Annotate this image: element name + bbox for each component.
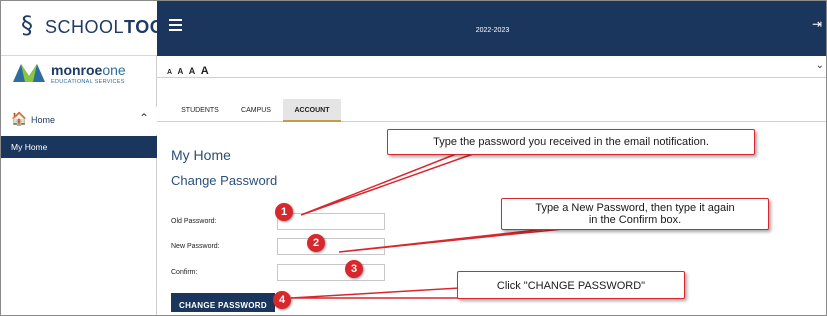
tab-account[interactable]: ACCOUNT [283, 99, 341, 122]
app-window: § SCHOOLTOOL 2022-2023 ⇥ monroeone EDUCA… [0, 0, 827, 316]
org-name-suffix: one [102, 62, 126, 78]
monroe-one-logo-mark [13, 64, 45, 82]
chevron-down-icon[interactable]: ⌄ [816, 60, 824, 71]
org-name: monroeone [51, 62, 126, 78]
sidebar-item-label: Home [31, 115, 56, 125]
step-badge-4: 4 [273, 291, 291, 309]
font-size-bar: A A A A ⌄ [157, 56, 826, 79]
step-badge-1: 1 [275, 203, 293, 221]
sidebar [1, 56, 157, 315]
callout-3-pointer [290, 287, 460, 299]
top-navbar: 2022-2023 ⇥ [157, 1, 826, 56]
font-size-large[interactable]: A [201, 65, 209, 77]
font-size-small[interactable]: A [178, 67, 184, 76]
new-password-label: New Password: [171, 243, 220, 250]
confirm-password-field[interactable] [277, 264, 385, 281]
step-badge-3: 3 [345, 260, 363, 278]
confirm-label: Confirm: [171, 269, 198, 276]
section-title: Change Password [171, 173, 278, 188]
callout-old-password: Type the password you received in the em… [387, 129, 755, 155]
callout-new-password: Type a New Password, then type it again … [501, 198, 769, 230]
callout-new-password-line2: in the Confirm box. [588, 214, 682, 226]
sidebar-item-home[interactable]: 🏠 Home ⌃ [1, 107, 157, 135]
callout-change-password: Click "CHANGE PASSWORD" [457, 271, 685, 299]
callout-new-password-line1: Type a New Password, then type it again [535, 202, 735, 214]
change-password-button[interactable]: CHANGE PASSWORD [171, 293, 275, 312]
sidebar-item-my-home[interactable]: My Home [1, 136, 157, 158]
chevron-up-icon[interactable]: ⌃ [139, 111, 149, 125]
tab-bar: STUDENTS CAMPUS ACCOUNT [157, 99, 826, 122]
page-title: My Home [171, 147, 231, 163]
logout-icon[interactable]: ⇥ [812, 17, 822, 31]
font-size-medium[interactable]: A [189, 66, 196, 76]
org-subtitle: EDUCATIONAL SERVICES [51, 79, 125, 85]
tab-students[interactable]: STUDENTS [171, 99, 229, 122]
callout-1-pointer [300, 153, 474, 216]
old-password-field[interactable] [277, 213, 385, 230]
new-password-field[interactable] [277, 238, 385, 255]
font-size-controls: A A A A [167, 61, 210, 79]
tab-campus[interactable]: CAMPUS [233, 99, 279, 122]
home-icon: 🏠 [11, 111, 28, 126]
schooltool-logo[interactable]: § SCHOOLTOOL [1, 1, 175, 56]
org-name-main: monroe [51, 62, 103, 78]
schooltool-s-icon: § [21, 11, 33, 39]
school-year-label: 2022-2023 [475, 27, 510, 34]
wordmark-light: SCHOOL [45, 17, 125, 37]
font-size-smallest[interactable]: A [167, 69, 172, 76]
old-password-label: Old Password: [171, 218, 217, 225]
step-badge-2: 2 [307, 234, 325, 252]
sidebar-item-label: My Home [11, 142, 48, 152]
